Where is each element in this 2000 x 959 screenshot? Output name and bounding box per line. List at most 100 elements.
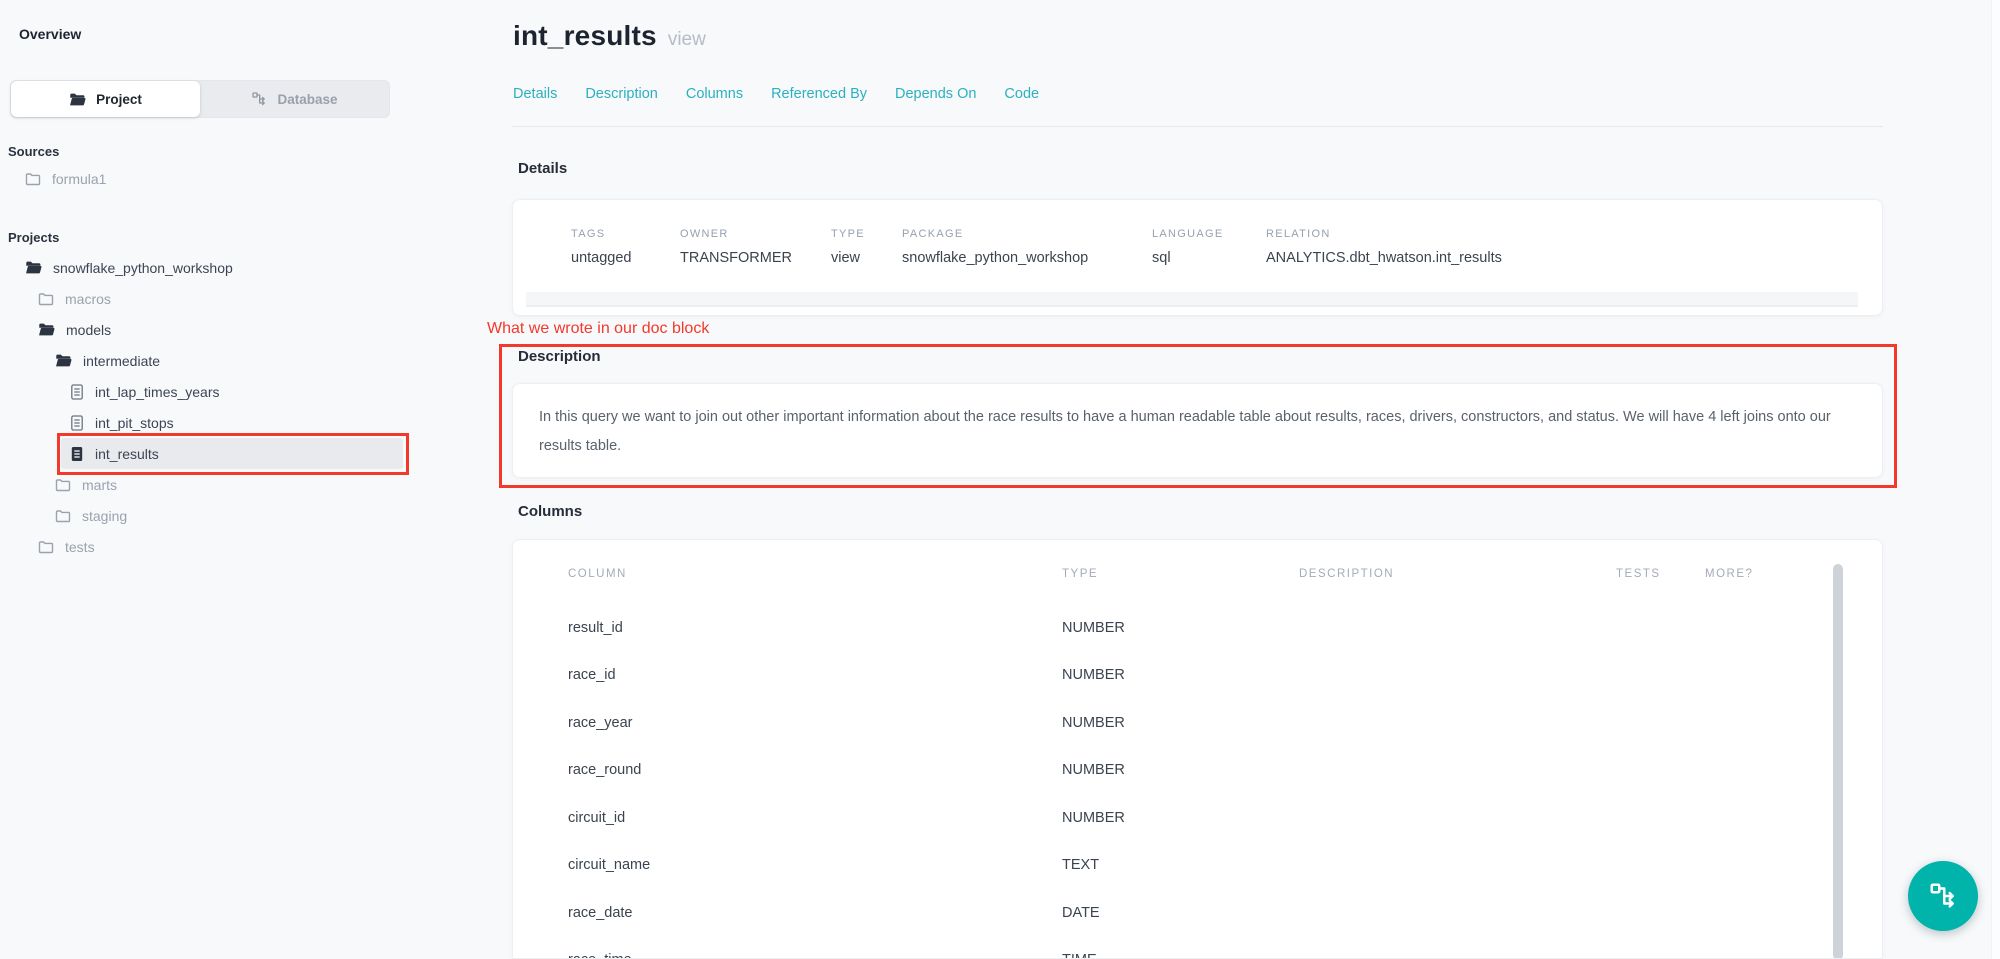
columns-card: COLUMN TYPE DESCRIPTION TESTS MORE? resu… [512, 539, 1883, 959]
tree-item-tests[interactable]: tests [0, 531, 460, 562]
table-row[interactable]: result_id NUMBER [513, 604, 1882, 652]
tree-item-formula1[interactable]: formula1 [0, 163, 460, 194]
folder-open-icon [38, 322, 55, 337]
detail-value: untagged [571, 250, 631, 266]
tree-item-label: intermediate [83, 353, 160, 369]
column-name: race_date [513, 905, 1062, 921]
details-card: TAGS untagged OWNER TRANSFORMER TYPE vie… [512, 199, 1883, 316]
column-type: DATE [1062, 905, 1299, 921]
column-name: result_id [513, 620, 1062, 636]
detail-value: TRANSFORMER [680, 250, 792, 266]
detail-value: sql [1152, 250, 1171, 266]
table-row[interactable]: race_id NUMBER [513, 652, 1882, 700]
document-icon [70, 415, 84, 431]
folder-icon [69, 92, 86, 107]
detail-value: snowflake_python_workshop [902, 250, 1088, 266]
tree-item-label: int_pit_stops [95, 415, 174, 431]
column-name: circuit_name [513, 857, 1062, 873]
projects-tree: snowflake_python_workshop macros models … [0, 252, 460, 562]
table-row[interactable]: circuit_id NUMBER [513, 794, 1882, 842]
detail-label: TYPE [831, 228, 865, 240]
tabs-divider [512, 126, 1883, 127]
tree-item-label: models [66, 322, 111, 338]
detail-value: ANALYTICS.dbt_hwatson.int_results [1266, 250, 1502, 266]
folder-open-icon [25, 260, 42, 275]
table-scrollbar[interactable] [1833, 564, 1843, 959]
table-row[interactable]: race_date DATE [513, 889, 1882, 937]
columns-heading: Columns [518, 503, 582, 520]
tree-item-int-lap-times-years[interactable]: int_lap_times_years [0, 376, 460, 407]
page-subtitle: view [668, 29, 706, 51]
table-row[interactable]: race_round NUMBER [513, 747, 1882, 795]
column-header-column: COLUMN [513, 568, 1062, 580]
page-scrollbar[interactable] [1991, 0, 2000, 959]
tree-item-intermediate[interactable]: intermediate [0, 345, 460, 376]
tree-item-label: macros [65, 291, 111, 307]
tab-referenced-by[interactable]: Referenced By [771, 86, 867, 102]
tab-columns[interactable]: Columns [686, 86, 743, 102]
detail-label: PACKAGE [902, 228, 963, 240]
column-type: NUMBER [1062, 667, 1299, 683]
tab-depends-on[interactable]: Depends On [895, 86, 976, 102]
column-name: race_year [513, 715, 1062, 731]
column-name: race_id [513, 667, 1062, 683]
column-name: race_round [513, 762, 1062, 778]
title-row: int_results view [513, 20, 706, 52]
tab-bar: Details Description Columns Referenced B… [513, 86, 1039, 102]
table-row[interactable]: race_time TIME [513, 937, 1882, 959]
column-header-type: TYPE [1062, 568, 1299, 580]
tab-description[interactable]: Description [585, 86, 658, 102]
projects-heading: Projects [8, 230, 59, 245]
tree-item-macros[interactable]: macros [0, 283, 460, 314]
overview-heading: Overview [19, 26, 81, 42]
tab-code[interactable]: Code [1004, 86, 1039, 102]
description-heading: Description [518, 348, 601, 365]
detail-label: LANGUAGE [1152, 228, 1224, 240]
column-type: TEXT [1062, 857, 1299, 873]
lineage-graph-button[interactable] [1908, 861, 1978, 931]
page-title: int_results [513, 20, 657, 52]
details-collapsed-strip [526, 292, 1858, 307]
document-icon [70, 384, 84, 400]
tree-item-label: formula1 [52, 171, 106, 187]
annotation-text: What we wrote in our doc block [487, 320, 709, 338]
toggle-database-label: Database [277, 92, 337, 107]
annotation-box-sidebar [57, 433, 409, 475]
folder-closed-icon [25, 172, 41, 186]
tree-item-snowflake-python-workshop[interactable]: snowflake_python_workshop [0, 252, 460, 283]
detail-label: TAGS [571, 228, 605, 240]
column-name: circuit_id [513, 810, 1062, 826]
column-header-description: DESCRIPTION [1299, 568, 1616, 580]
column-type: NUMBER [1062, 620, 1299, 636]
toggle-project-button[interactable]: Project [11, 81, 200, 117]
column-header-tests: TESTS [1616, 568, 1705, 580]
table-row[interactable]: circuit_name TEXT [513, 842, 1882, 890]
tree-item-label: int_lap_times_years [95, 384, 220, 400]
folder-open-icon [55, 353, 72, 368]
column-type: NUMBER [1062, 715, 1299, 731]
sources-heading: Sources [8, 144, 59, 159]
view-toggle: Project Database [10, 80, 390, 118]
tree-item-label: marts [82, 477, 117, 493]
toggle-project-label: Project [96, 92, 142, 107]
table-row[interactable]: race_year NUMBER [513, 699, 1882, 747]
tree-item-label: tests [65, 539, 95, 555]
columns-table-body: result_id NUMBER race_id NUMBER race_yea… [513, 584, 1882, 959]
columns-table-header: COLUMN TYPE DESCRIPTION TESTS MORE? [513, 564, 1882, 584]
column-name: race_time [513, 952, 1062, 959]
tree-item-label: staging [82, 508, 127, 524]
folder-closed-icon [38, 292, 54, 306]
tree-item-staging[interactable]: staging [0, 500, 460, 531]
tab-details[interactable]: Details [513, 86, 557, 102]
column-header-more: MORE? [1705, 568, 1882, 580]
tree-item-label: snowflake_python_workshop [53, 260, 233, 276]
toggle-database-button[interactable]: Database [200, 81, 389, 117]
details-heading: Details [518, 160, 567, 177]
sources-tree: formula1 [0, 163, 460, 194]
tree-item-models[interactable]: models [0, 314, 460, 345]
folder-closed-icon [55, 509, 71, 523]
column-type: NUMBER [1062, 762, 1299, 778]
description-card: In this query we want to join out other … [512, 383, 1883, 478]
column-type: TIME [1062, 952, 1299, 959]
detail-value: view [831, 250, 860, 266]
